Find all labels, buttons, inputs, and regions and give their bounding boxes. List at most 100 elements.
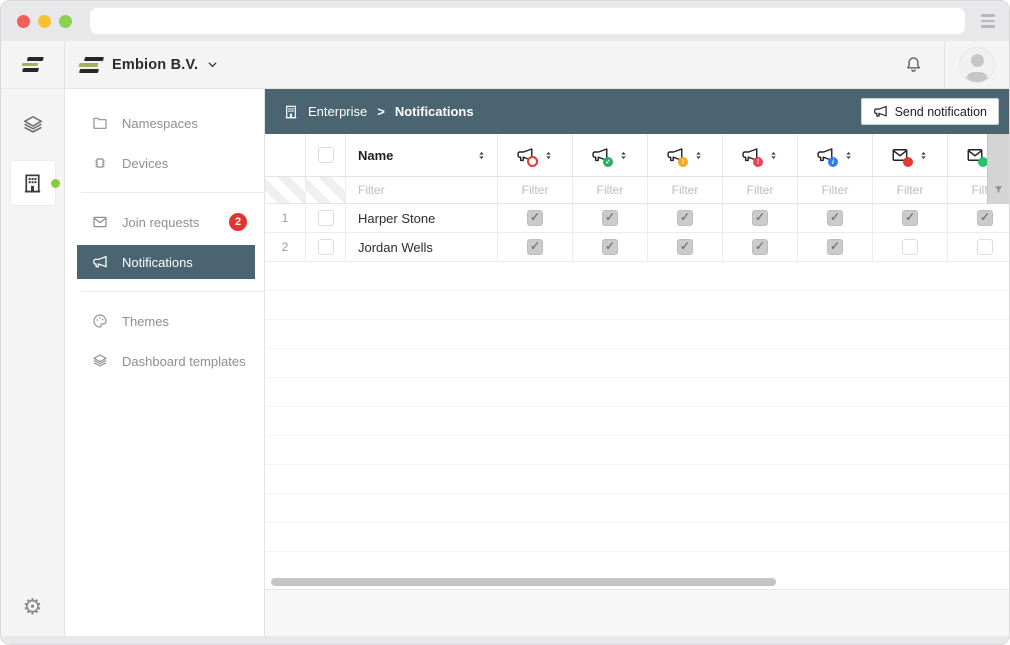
sidebar-item-label: Join requests bbox=[122, 215, 199, 230]
breadcrumb-root[interactable]: Enterprise bbox=[308, 104, 367, 119]
column-header-megaphone-green-check[interactable] bbox=[573, 134, 648, 176]
channel-checkbox[interactable] bbox=[902, 239, 918, 255]
row-select-cell bbox=[306, 204, 346, 232]
sidebar-item-notifications[interactable]: Notifications bbox=[77, 245, 255, 279]
minimize-window-button[interactable] bbox=[38, 15, 51, 28]
channel-checkbox[interactable] bbox=[827, 210, 843, 226]
channel-checkbox[interactable] bbox=[677, 239, 693, 255]
column-header-megaphone-red-ring[interactable] bbox=[498, 134, 573, 176]
company-switcher[interactable]: Embion B.V. bbox=[81, 57, 219, 73]
empty-row bbox=[265, 320, 1009, 349]
user-menu-button[interactable] bbox=[945, 47, 1009, 83]
megaphone-green-check-icon bbox=[591, 146, 609, 164]
settings-gear-icon[interactable] bbox=[23, 594, 43, 620]
column-filter-panel-button[interactable] bbox=[987, 134, 1009, 204]
folder-icon bbox=[92, 115, 108, 131]
avatar bbox=[959, 47, 995, 83]
column-filter-input[interactable]: Filter bbox=[573, 177, 648, 203]
channel-checkbox[interactable] bbox=[827, 239, 843, 255]
sort-icon[interactable] bbox=[693, 149, 704, 162]
row-select-checkbox[interactable] bbox=[318, 239, 334, 255]
rail-logo[interactable] bbox=[1, 41, 64, 89]
empty-row bbox=[265, 465, 1009, 494]
sort-icon[interactable] bbox=[768, 149, 779, 162]
channel-checkbox[interactable] bbox=[527, 239, 543, 255]
megaphone-red-alert-icon bbox=[741, 146, 759, 164]
browser-chrome bbox=[1, 1, 1009, 41]
channel-checkbox[interactable] bbox=[527, 210, 543, 226]
rail-item-enterprise[interactable] bbox=[11, 161, 55, 205]
table-filter-row: Filter Filter Filter Filter Filter Filte… bbox=[265, 177, 1009, 204]
sort-icon[interactable] bbox=[843, 149, 854, 162]
rail-item-dashboards[interactable] bbox=[11, 103, 55, 147]
row-select-checkbox[interactable] bbox=[318, 210, 334, 226]
top-bar: Embion B.V. bbox=[65, 41, 1009, 89]
column-filter-input[interactable]: Filter bbox=[723, 177, 798, 203]
sort-icon[interactable] bbox=[543, 149, 554, 162]
channel-checkbox[interactable] bbox=[902, 210, 918, 226]
empty-row bbox=[265, 552, 1009, 575]
column-header-megaphone-amber[interactable] bbox=[648, 134, 723, 176]
empty-row bbox=[265, 436, 1009, 465]
breadcrumb-separator: > bbox=[376, 104, 386, 119]
row-select-cell bbox=[306, 233, 346, 261]
empty-row bbox=[265, 494, 1009, 523]
building-icon bbox=[283, 104, 299, 120]
notifications-bell-button[interactable] bbox=[882, 54, 944, 75]
column-filter-input[interactable]: Filter bbox=[498, 177, 573, 203]
embion-logo-icon bbox=[22, 57, 44, 72]
channel-checkbox[interactable] bbox=[677, 210, 693, 226]
sidebar: Namespaces Devices Join requests 2 N bbox=[65, 89, 265, 636]
horizontal-scrollbar-thumb[interactable] bbox=[271, 578, 776, 586]
column-filter-input[interactable]: Filter bbox=[873, 177, 948, 203]
table-row: 2 Jordan Wells bbox=[265, 233, 1009, 262]
megaphone-icon bbox=[873, 104, 888, 119]
column-filter-input[interactable]: Filter bbox=[798, 177, 873, 203]
icon-rail bbox=[1, 41, 65, 636]
palette-icon bbox=[92, 313, 108, 329]
mail-green-icon bbox=[966, 146, 984, 164]
browser-menu-icon[interactable] bbox=[979, 12, 997, 30]
filter-disabled-cell bbox=[265, 177, 306, 203]
funnel-icon bbox=[993, 184, 1004, 195]
channel-checkbox[interactable] bbox=[977, 210, 993, 226]
close-window-button[interactable] bbox=[17, 15, 30, 28]
row-number: 2 bbox=[265, 233, 306, 261]
sidebar-item-dashboard-templates[interactable]: Dashboard templates bbox=[77, 344, 255, 378]
column-header-megaphone-blue-info[interactable] bbox=[798, 134, 873, 176]
sort-icon[interactable] bbox=[918, 149, 929, 162]
row-number: 1 bbox=[265, 204, 306, 232]
column-header-megaphone-red-alert[interactable] bbox=[723, 134, 798, 176]
select-all-checkbox[interactable] bbox=[318, 147, 334, 163]
channel-checkbox[interactable] bbox=[602, 210, 618, 226]
sidebar-item-themes[interactable]: Themes bbox=[77, 304, 255, 338]
sort-icon[interactable] bbox=[476, 149, 487, 162]
megaphone-amber-icon bbox=[666, 146, 684, 164]
maximize-window-button[interactable] bbox=[59, 15, 72, 28]
window-controls bbox=[17, 15, 72, 28]
sort-icon[interactable] bbox=[618, 149, 629, 162]
sidebar-item-label: Devices bbox=[122, 156, 168, 171]
address-bar-input[interactable] bbox=[90, 8, 965, 34]
column-header-mail-red[interactable] bbox=[873, 134, 948, 176]
sidebar-item-join-requests[interactable]: Join requests 2 bbox=[77, 205, 255, 239]
horizontal-scrollbar bbox=[265, 575, 1009, 589]
browser-window: Embion B.V. Namespace bbox=[0, 0, 1010, 645]
channel-checkbox[interactable] bbox=[752, 210, 768, 226]
name-column-header[interactable]: Name bbox=[346, 134, 498, 176]
online-status-dot bbox=[51, 179, 60, 188]
channel-checkbox[interactable] bbox=[602, 239, 618, 255]
channel-checkbox[interactable] bbox=[977, 239, 993, 255]
column-filter-input[interactable]: Filter bbox=[648, 177, 723, 203]
chevron-down-icon bbox=[206, 58, 219, 71]
embion-logo-icon bbox=[79, 57, 104, 73]
channel-checkbox[interactable] bbox=[752, 239, 768, 255]
send-notification-button[interactable]: Send notification bbox=[861, 98, 999, 125]
sidebar-item-namespaces[interactable]: Namespaces bbox=[77, 106, 255, 140]
name-filter-input[interactable]: Filter bbox=[346, 177, 498, 203]
sidebar-item-devices[interactable]: Devices bbox=[77, 146, 255, 180]
filter-disabled-cell bbox=[306, 177, 346, 203]
user-name: Harper Stone bbox=[346, 204, 498, 232]
empty-row bbox=[265, 262, 1009, 291]
empty-row bbox=[265, 523, 1009, 552]
